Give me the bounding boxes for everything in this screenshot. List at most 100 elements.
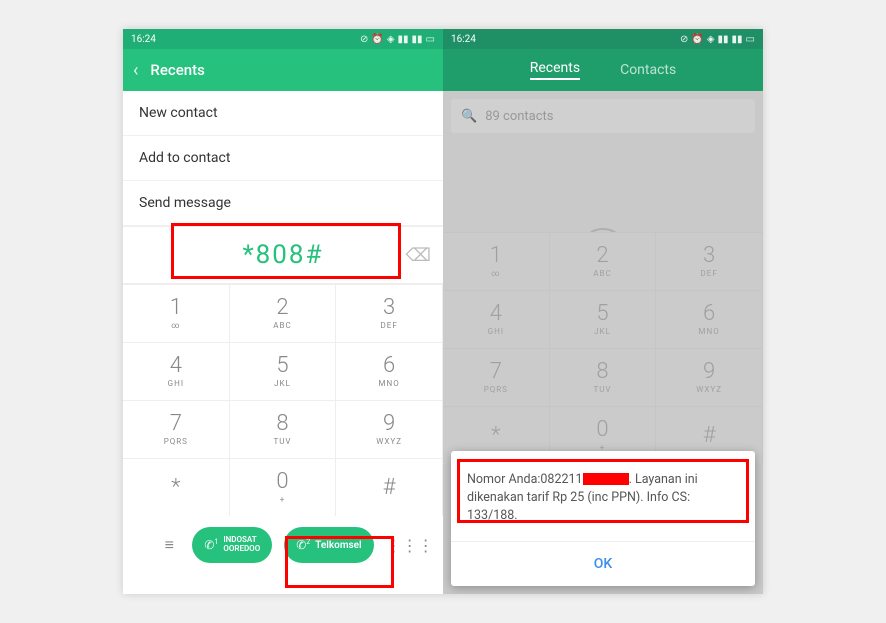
key-digit: 8	[596, 361, 608, 383]
key-digit: 9	[703, 361, 715, 383]
search-icon: 🔍	[461, 109, 477, 124]
tab-contacts[interactable]: Contacts	[620, 62, 676, 78]
status-bar: 16:24 ⊘ ⏰ ◈ ▮▮ ▮▮ ▭	[443, 29, 763, 49]
key-*[interactable]: *	[123, 458, 230, 516]
backspace-icon[interactable]: ⌫	[406, 245, 431, 266]
dialpad-icon[interactable]: ⋮⋮⋮	[386, 536, 408, 555]
key-letters: DEF	[381, 321, 398, 330]
key-letters: WXYZ	[696, 385, 722, 394]
key-digit: 1	[490, 245, 502, 267]
key-letters: ∞	[171, 321, 180, 330]
key-digit: *	[171, 477, 180, 499]
wifi-icon: ◈	[707, 34, 715, 45]
key-letters: DEF	[701, 269, 718, 278]
alarm-icon: ⏰	[371, 34, 383, 45]
app-header: ‹ Recents	[123, 49, 443, 91]
key-digit: 0	[596, 419, 608, 441]
key-digit: 2	[596, 245, 608, 267]
dial-display: *808# ⌫	[123, 226, 443, 284]
key-letters: PQRS	[484, 385, 508, 394]
key-9[interactable]: 9WXYZ	[336, 400, 443, 458]
key-digit: #	[383, 477, 396, 499]
carrier-label: Telkomsel	[315, 540, 361, 551]
key-digit: 7	[490, 361, 502, 383]
key-5[interactable]: 5 JKL	[550, 290, 657, 348]
key-letters: JKL	[274, 379, 291, 388]
key-6[interactable]: 6MNO	[656, 290, 763, 348]
key-2[interactable]: 2 ABC	[230, 284, 337, 342]
call-button-sim2[interactable]: ✆2 Telkomsel	[284, 527, 373, 563]
key-digit: *	[491, 425, 500, 447]
ussd-dialog: Nomor Anda:082211. Layanan ini dikenakan…	[451, 451, 755, 586]
key-digit: 7	[170, 413, 182, 435]
key-4[interactable]: 4GHI	[123, 342, 230, 400]
key-digit: 2	[276, 297, 288, 319]
battery-icon: ▭	[746, 34, 755, 45]
dialed-number: *808#	[242, 240, 323, 270]
signal-icon-2: ▮▮	[412, 34, 423, 45]
key-9[interactable]: 9 WXYZ	[656, 348, 763, 406]
battery-icon: ▭	[426, 34, 435, 45]
key-letters: ABC	[273, 321, 291, 330]
app-header: Recents Contacts	[443, 49, 763, 91]
option-send-message[interactable]: Send message	[123, 181, 443, 226]
page-title: Recents	[150, 61, 204, 79]
dialog-ok-button[interactable]: OK	[451, 541, 755, 586]
search-input[interactable]: 🔍 89 contacts	[451, 99, 755, 133]
option-add-to-contact[interactable]: Add to contact	[123, 136, 443, 181]
search-placeholder: 89 contacts	[485, 109, 553, 124]
key-letters: PQRS	[164, 437, 188, 446]
key-letters: TUV	[593, 385, 611, 394]
key-digit: 1	[170, 297, 182, 319]
back-icon[interactable]: ‹	[133, 60, 138, 81]
key-letters: GHI	[488, 327, 504, 336]
phone-icon: ✆1	[204, 538, 218, 552]
status-time: 16:24	[451, 34, 476, 45]
option-new-contact[interactable]: New contact	[123, 91, 443, 136]
key-7[interactable]: 7 PQRS	[443, 348, 550, 406]
key-letters: MNO	[379, 379, 400, 388]
key-digit: #	[703, 425, 716, 447]
menu-icon[interactable]: ≡	[158, 535, 180, 555]
status-icons: ⊘ ⏰ ◈ ▮▮ ▮▮ ▭	[680, 34, 755, 45]
key-letters: MNO	[699, 327, 720, 336]
key-4[interactable]: 4GHI	[443, 290, 550, 348]
status-icons: ⊘ ⏰ ◈ ▮▮ ▮▮ ▭	[360, 34, 435, 45]
signal-icon-2: ▮▮	[732, 34, 743, 45]
key-digit: 6	[383, 355, 395, 377]
key-8[interactable]: 8 TUV	[550, 348, 657, 406]
keypad: 1∞2ABC3DEF4GHI5JKL6MNO7PQRS8TUV9WXYZ*0+#	[123, 284, 443, 516]
key-digit: 8	[276, 413, 288, 435]
key-digit: 5	[276, 355, 288, 377]
key-letters: ABC	[593, 269, 611, 278]
status-time: 16:24	[131, 34, 156, 45]
dial-actions: ≡ ✆1 INDOSAT OOREDOO ✆2 Telkomsel ⋮⋮⋮	[123, 516, 443, 574]
tab-recents[interactable]: Recents	[530, 60, 580, 80]
key-digit: 5	[596, 303, 608, 325]
carrier-label-2: OOREDOO	[223, 545, 260, 554]
key-0[interactable]: 0+	[230, 458, 337, 516]
key-1[interactable]: 1∞	[123, 284, 230, 342]
dnd-icon: ⊘	[360, 34, 368, 45]
key-#[interactable]: #	[336, 458, 443, 516]
dialog-message: Nomor Anda:082211. Layanan ini dikenakan…	[451, 451, 755, 541]
phone-dialer-screen: 16:24 ⊘ ⏰ ◈ ▮▮ ▮▮ ▭ ‹ Recents New contac…	[123, 29, 443, 594]
key-6[interactable]: 6 MNO	[336, 342, 443, 400]
key-letters: +	[280, 495, 286, 504]
key-letters: JKL	[594, 327, 611, 336]
key-8[interactable]: 8 TUV	[230, 400, 337, 458]
key-letters: ∞	[491, 269, 500, 278]
key-1[interactable]: 1∞	[443, 232, 550, 290]
alarm-icon: ⏰	[691, 34, 703, 45]
key-3[interactable]: 3DEF	[336, 284, 443, 342]
key-7[interactable]: 7 PQRS	[123, 400, 230, 458]
key-letters: TUV	[273, 437, 291, 446]
key-digit: 9	[383, 413, 395, 435]
key-digit: 4	[170, 355, 182, 377]
key-5[interactable]: 5 JKL	[230, 342, 337, 400]
call-button-sim1[interactable]: ✆1 INDOSAT OOREDOO	[192, 527, 272, 563]
contact-options: New contact Add to contact Send message	[123, 91, 443, 226]
key-3[interactable]: 3DEF	[656, 232, 763, 290]
keypad: 1∞2ABC3DEF4GHI5JKL6MNO7PQRS8TUV9WXYZ*0+#	[443, 232, 763, 464]
key-2[interactable]: 2 ABC	[550, 232, 657, 290]
